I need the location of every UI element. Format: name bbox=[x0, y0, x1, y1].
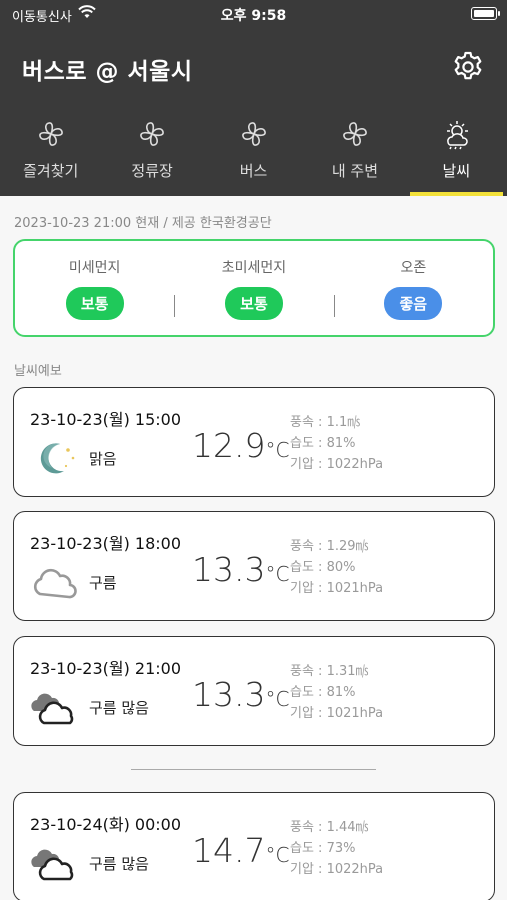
tab-bar: 즐겨찾기 정류장 버스 내 주변 날씨 bbox=[0, 112, 507, 196]
tab-label: 즐겨찾기 bbox=[23, 162, 79, 180]
forecast-time: 23-10-23(월) 15:00 bbox=[30, 410, 182, 429]
pressure: 기압 : 1022hPa bbox=[290, 457, 384, 472]
air-label: 미세먼지 bbox=[68, 259, 121, 276]
status-badge: 보통 bbox=[224, 286, 283, 320]
forecast-condition: 구름 bbox=[89, 574, 117, 592]
fan-icon bbox=[343, 122, 367, 146]
humidity: 습도 : 80% bbox=[290, 560, 356, 575]
tab-label: 내 주변 bbox=[331, 162, 378, 180]
air-item-ozone: 오존 좋음 bbox=[333, 257, 493, 320]
battery-icon bbox=[471, 7, 500, 20]
forecast-details: 풍속 : 1.31㎧ 습도 : 81% 기압 : 1021hPa bbox=[290, 661, 383, 724]
page-title: 버스로 @ 서울시 bbox=[22, 59, 193, 85]
day-divider bbox=[131, 769, 376, 770]
temp-value: 14.7 bbox=[192, 831, 266, 870]
forecast-condition: 맑음 bbox=[89, 450, 117, 468]
fan-icon bbox=[140, 122, 164, 146]
clouds-icon bbox=[31, 849, 74, 881]
clouds-icon bbox=[31, 693, 74, 725]
air-label: 초미세먼지 bbox=[221, 259, 287, 276]
status-bar: 이동통신사 오후 9:58 bbox=[0, 0, 507, 28]
temp-value: 13.3 bbox=[192, 550, 266, 589]
pressure: 기압 : 1021hPa bbox=[290, 581, 384, 596]
tab-label: 날씨 bbox=[442, 162, 471, 180]
app-header: 이동통신사 오후 9:58 버스로 @ 서울시 즐겨찾기 정류장 버스 내 주변… bbox=[0, 0, 507, 196]
humidity: 습도 : 81% bbox=[290, 436, 356, 451]
weather-icon bbox=[447, 121, 469, 150]
forecast-card[interactable]: 23-10-23(월) 21:00 구름 많음 13.3°C 풍속 : 1.31… bbox=[13, 636, 495, 746]
temp-value: 13.3 bbox=[192, 675, 266, 714]
air-item-pm25: 초미세먼지 보통 bbox=[174, 257, 333, 320]
status-badge: 보통 bbox=[65, 286, 124, 320]
tab-nearby[interactable]: 내 주변 bbox=[304, 112, 405, 196]
forecast-condition: 구름 많음 bbox=[89, 855, 149, 873]
forecast-details: 풍속 : 1.29㎧ 습도 : 80% 기압 : 1021hPa bbox=[290, 536, 383, 599]
tab-bus[interactable]: 버스 bbox=[203, 112, 304, 196]
tab-label: 정류장 bbox=[131, 162, 173, 180]
forecast-time: 23-10-23(월) 21:00 bbox=[30, 659, 182, 678]
fan-icon bbox=[38, 122, 63, 146]
temp-unit: °C bbox=[265, 687, 290, 711]
forecast-card[interactable]: 23-10-23(월) 18:00 구름 13.3°C 풍속 : 1.29㎧ 습… bbox=[13, 511, 495, 621]
as-of-text: 2023-10-23 21:00 현재 / 제공 한국환경공단 bbox=[14, 216, 272, 231]
wind-speed: 풍속 : 1.31㎧ bbox=[290, 664, 369, 679]
section-title: 날씨예보 bbox=[14, 364, 62, 379]
forecast-temperature: 13.3°C bbox=[192, 675, 289, 714]
temp-value: 12.9 bbox=[192, 426, 266, 465]
forecast-details: 풍속 : 1.44㎧ 습도 : 73% 기압 : 1022hPa bbox=[290, 817, 383, 880]
pressure: 기압 : 1021hPa bbox=[290, 706, 384, 721]
air-label: 오존 bbox=[400, 259, 427, 276]
fan-icon bbox=[241, 122, 266, 146]
forecast-temperature: 14.7°C bbox=[192, 831, 289, 870]
clock: 오후 9:58 bbox=[220, 8, 287, 24]
tab-favorites[interactable]: 즐겨찾기 bbox=[0, 112, 101, 196]
forecast-card[interactable]: 23-10-24(화) 00:00 구름 많음 14.7°C 풍속 : 1.44… bbox=[13, 792, 495, 900]
wind-speed: 풍속 : 1.44㎧ bbox=[290, 820, 369, 835]
pressure: 기압 : 1022hPa bbox=[290, 862, 384, 877]
forecast-condition: 구름 많음 bbox=[89, 699, 149, 717]
forecast-time: 23-10-24(화) 00:00 bbox=[30, 815, 182, 834]
forecast-card[interactable]: 23-10-23(월) 15:00 맑음 12.9°C 풍속 : 1.1㎧ 습도… bbox=[13, 387, 495, 497]
tab-label: 버스 bbox=[239, 162, 268, 180]
status-badge: 좋음 bbox=[384, 286, 443, 320]
forecast-details: 풍속 : 1.1㎧ 습도 : 81% 기압 : 1022hPa bbox=[290, 412, 383, 475]
tab-stops[interactable]: 정류장 bbox=[101, 112, 202, 196]
temp-unit: °C bbox=[265, 438, 290, 462]
air-item-pm10: 미세먼지 보통 bbox=[15, 257, 174, 320]
humidity: 습도 : 81% bbox=[290, 685, 356, 700]
settings-gear-icon[interactable] bbox=[451, 50, 485, 84]
wind-speed: 풍속 : 1.29㎧ bbox=[290, 539, 369, 554]
wind-speed: 풍속 : 1.1㎧ bbox=[290, 415, 361, 430]
moon-icon bbox=[40, 443, 75, 474]
tab-weather[interactable]: 날씨 bbox=[406, 112, 507, 196]
temp-unit: °C bbox=[265, 562, 290, 586]
temp-unit: °C bbox=[265, 843, 290, 867]
humidity: 습도 : 73% bbox=[290, 841, 356, 856]
forecast-temperature: 13.3°C bbox=[192, 550, 289, 589]
forecast-time: 23-10-23(월) 18:00 bbox=[30, 534, 182, 553]
air-quality-card: 미세먼지 보통 초미세먼지 보통 오존 좋음 bbox=[13, 239, 495, 337]
forecast-temperature: 12.9°C bbox=[192, 426, 289, 465]
cloud-icon bbox=[33, 568, 77, 599]
